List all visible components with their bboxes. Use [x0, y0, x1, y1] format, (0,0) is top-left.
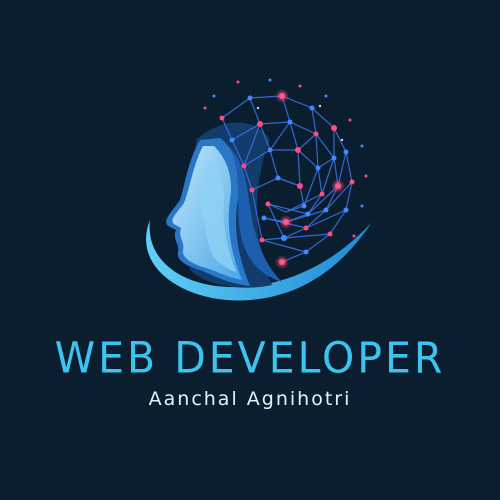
logo-name: Aanchal Agnihotri	[148, 388, 352, 410]
ai-head-network-icon	[146, 78, 372, 301]
logo-title: WEB DEVELOPER	[54, 332, 446, 384]
logo-canvas: WEB DEVELOPER Aanchal Agnihotri	[0, 0, 500, 500]
